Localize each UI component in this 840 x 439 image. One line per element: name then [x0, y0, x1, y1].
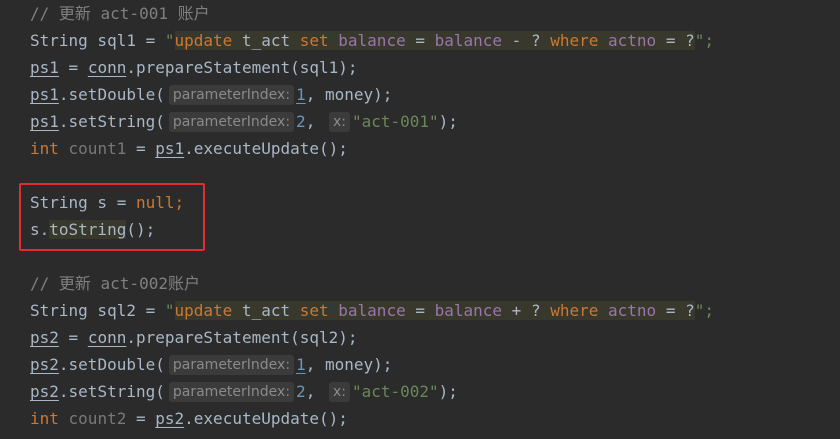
variable-conn[interactable]: conn	[88, 328, 127, 347]
code-line-count2: int count2 = ps2.executeUpdate();	[30, 405, 348, 432]
code-line-ps2-prepare: ps2 = conn.prepareStatement(sql2);	[30, 324, 358, 351]
code-line-ps1-setdouble: ps1.setDouble(parameterIndex: 1, money);	[30, 81, 392, 108]
sql-operator: - ?	[502, 31, 551, 50]
sql-column: balance	[328, 301, 406, 320]
sql-table: t_act	[232, 31, 300, 50]
sql-column: balance	[434, 301, 503, 320]
string-quote: "	[164, 301, 175, 320]
comment-text: // 更新 act-002账户	[30, 274, 200, 293]
code-token: String sql2 =	[30, 301, 165, 320]
code-token: , money);	[305, 355, 393, 374]
sql-keyword: set	[299, 301, 329, 320]
variable-ps2[interactable]: ps2	[30, 382, 59, 401]
string-quote: "	[164, 31, 175, 50]
sql-injection-fragment: update t_act set balance = balance + ? w…	[174, 301, 695, 320]
unused-variable: count2	[58, 409, 127, 428]
string-literal: "act-001"	[351, 112, 439, 131]
variable-ps2[interactable]: ps2	[30, 355, 59, 374]
parameter-hint: parameterIndex:	[168, 85, 295, 105]
code-token: .setString(	[58, 382, 165, 401]
code-line-sql1: String sql1 = "update t_act set balance …	[30, 27, 714, 54]
sql-keyword: where	[550, 31, 599, 50]
sql-injection-fragment: update t_act set balance = balance - ? w…	[174, 31, 695, 50]
variable-conn[interactable]: conn	[88, 58, 127, 77]
variable-ps1[interactable]: ps1	[155, 139, 184, 158]
parameter-hint: parameterIndex:	[168, 355, 295, 375]
sql-operator: =	[405, 31, 435, 50]
parameter-hint: parameterIndex:	[168, 112, 295, 132]
code-token: );	[438, 112, 458, 131]
code-token: .executeUpdate();	[184, 139, 348, 158]
code-line-count1: int count1 = ps1.executeUpdate();	[30, 135, 348, 162]
number-literal: 1	[296, 355, 306, 374]
keyword-int: int	[30, 139, 59, 158]
code-token: .setString(	[58, 112, 165, 131]
variable-ps1[interactable]: ps1	[30, 112, 59, 131]
code-token: =	[58, 328, 88, 347]
variable-ps2[interactable]: ps2	[30, 328, 59, 347]
string-quote: ";	[694, 301, 714, 320]
code-token: .executeUpdate();	[184, 409, 348, 428]
sql-operator: =	[405, 301, 435, 320]
sql-keyword: where	[550, 301, 599, 320]
sql-keyword: update	[174, 31, 233, 50]
code-line-ps1-prepare: ps1 = conn.prepareStatement(sql1);	[30, 54, 358, 81]
sql-column: actno	[598, 301, 657, 320]
code-token: =	[126, 409, 156, 428]
code-token: , money);	[305, 85, 393, 104]
code-token: String sql1 =	[30, 31, 165, 50]
sql-column: actno	[598, 31, 657, 50]
sql-keyword: set	[299, 31, 329, 50]
code-token: ,	[305, 112, 325, 131]
string-quote: ";	[694, 31, 714, 50]
comment-text: // 更新 act-001 账户	[30, 4, 210, 23]
code-token: =	[126, 139, 156, 158]
code-line-ps2-setstring: ps2.setString(parameterIndex: 2, x: "act-0…	[30, 378, 458, 405]
code-editor[interactable]: // 更新 act-001 账户 String sql1 = "update t…	[0, 0, 840, 439]
code-token: .prepareStatement(sql1);	[126, 58, 358, 77]
variable-ps1[interactable]: ps1	[30, 58, 59, 77]
number-literal: 2	[296, 112, 306, 131]
parameter-hint: parameterIndex:	[168, 382, 295, 402]
highlight-box	[19, 183, 205, 251]
keyword-int: int	[30, 409, 59, 428]
code-line-ps1-setstring: ps1.setString(parameterIndex: 2, x: "act-0…	[30, 108, 458, 135]
variable-ps2[interactable]: ps2	[155, 409, 184, 428]
code-line-comment-1: // 更新 act-001 账户	[30, 0, 210, 27]
sql-column: balance	[328, 31, 406, 50]
sql-column: balance	[434, 31, 503, 50]
code-line-comment-2: // 更新 act-002账户	[30, 270, 200, 297]
code-token: =	[58, 58, 88, 77]
unused-variable: count1	[58, 139, 127, 158]
parameter-hint: x:	[328, 382, 350, 402]
code-token: .setDouble(	[58, 85, 165, 104]
sql-operator: + ?	[502, 301, 551, 320]
code-token: );	[438, 382, 458, 401]
code-token: ,	[305, 382, 325, 401]
code-token: .setDouble(	[58, 355, 165, 374]
number-literal: 1	[296, 85, 306, 104]
sql-table: t_act	[232, 301, 300, 320]
sql-keyword: update	[174, 301, 233, 320]
code-line-sql2: String sql2 = "update t_act set balance …	[30, 297, 714, 324]
code-token: .prepareStatement(sql2);	[126, 328, 358, 347]
sql-operator: = ?	[656, 31, 695, 50]
string-literal: "act-002"	[351, 382, 439, 401]
number-literal: 2	[296, 382, 306, 401]
sql-operator: = ?	[656, 301, 695, 320]
code-line-ps2-setdouble: ps2.setDouble(parameterIndex: 1, money);	[30, 351, 392, 378]
parameter-hint: x:	[328, 112, 350, 132]
variable-ps1[interactable]: ps1	[30, 85, 59, 104]
